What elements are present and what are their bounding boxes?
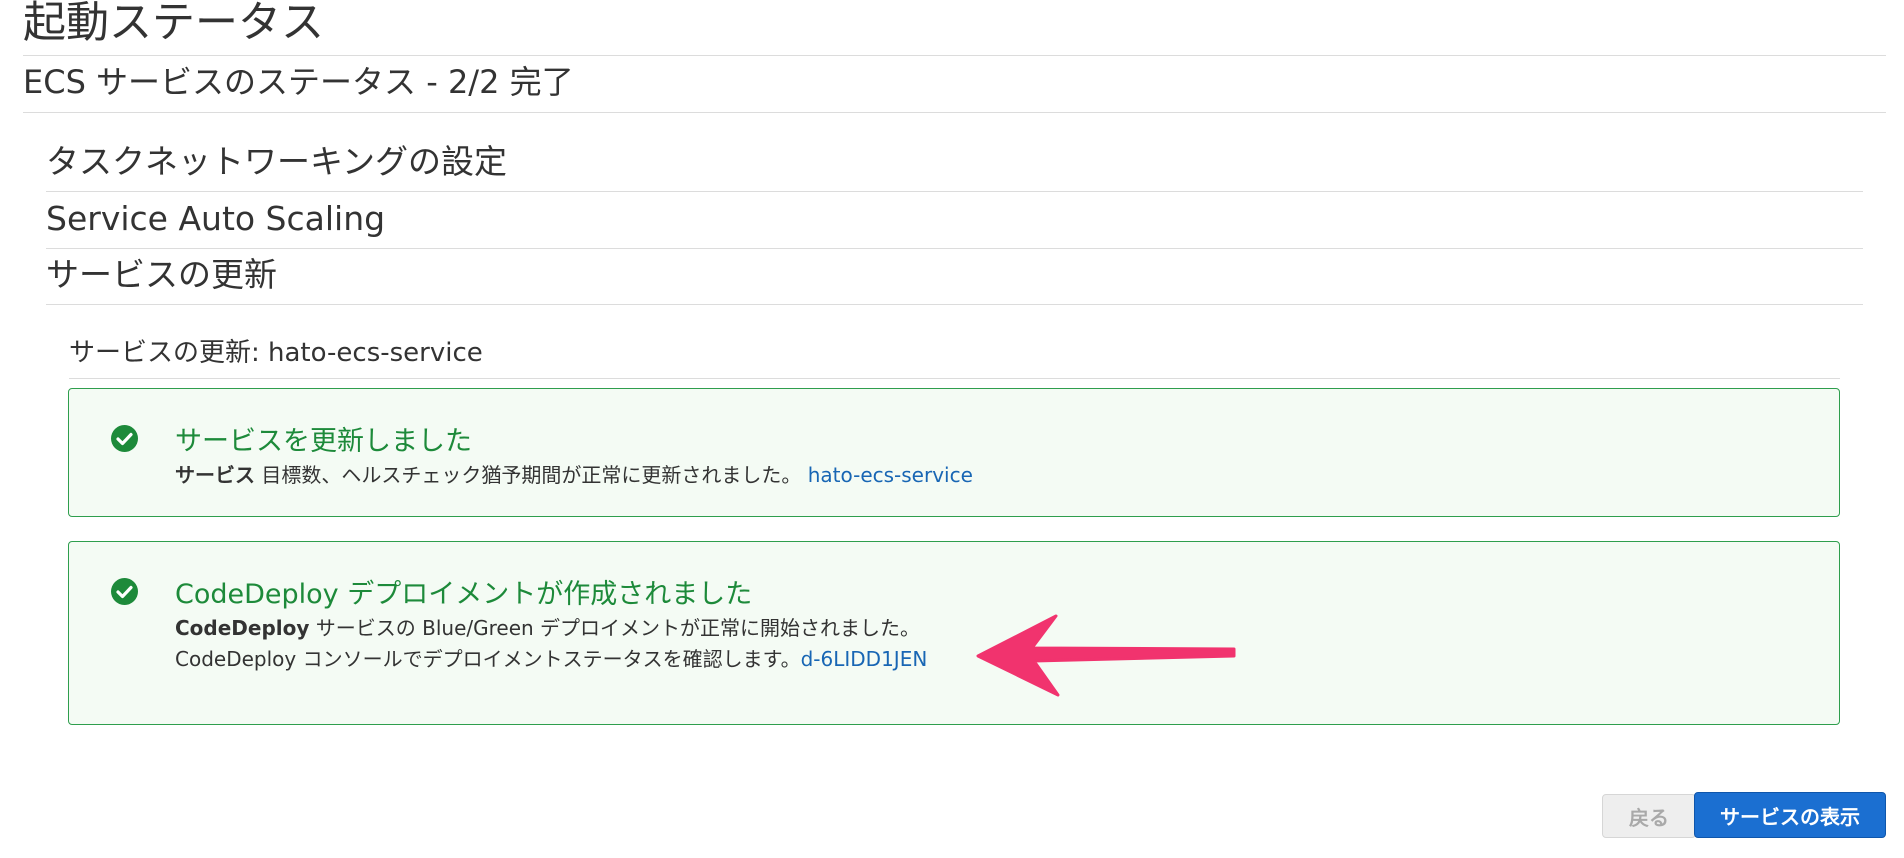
- divider: [46, 191, 1863, 192]
- section-service-auto-scaling[interactable]: Service Auto Scaling: [46, 199, 385, 239]
- alert-message-line-1: CodeDeploy サービスの Blue/Green デプロイメントが正常に開…: [175, 612, 920, 641]
- codedeploy-alert: CodeDeploy デプロイメントが作成されました CodeDeploy サー…: [68, 541, 1840, 725]
- service-link[interactable]: hato-ecs-service: [808, 463, 973, 487]
- alert-title: サービスを更新しました: [175, 426, 472, 457]
- section-task-networking[interactable]: タスクネットワーキングの設定: [46, 142, 507, 182]
- deployment-id-link[interactable]: d-6LIDD1JEN: [801, 647, 928, 671]
- alert-text: サービスの Blue/Green デプロイメントが正常に開始されました。: [309, 616, 921, 640]
- alert-bold-label: サービス: [175, 463, 255, 487]
- back-button[interactable]: 戻る: [1602, 794, 1696, 838]
- check-circle-icon: [111, 425, 138, 452]
- page-title: 起動ステータス: [23, 0, 324, 48]
- alert-text: CodeDeploy コンソールでデプロイメントステータスを確認します。: [175, 647, 801, 671]
- annotation-arrow-icon: [976, 614, 1236, 697]
- alert-title: CodeDeploy デプロイメントが作成されました: [175, 579, 753, 610]
- ecs-service-status-heading: ECS サービスのステータス - 2/2 完了: [23, 63, 574, 101]
- alert-text: 目標数、ヘルスチェック猶予期間が正常に更新されました。: [255, 463, 808, 487]
- divider: [23, 112, 1886, 113]
- section-service-update[interactable]: サービスの更新: [46, 255, 277, 295]
- divider: [46, 248, 1863, 249]
- divider: [23, 55, 1886, 56]
- divider: [69, 378, 1840, 379]
- service-update-subheading: サービスの更新: hato-ecs-service: [69, 338, 483, 368]
- check-circle-icon: [111, 578, 138, 605]
- alert-message: サービス 目標数、ヘルスチェック猶予期間が正常に更新されました。 hato-ec…: [175, 459, 973, 488]
- view-service-button[interactable]: サービスの表示: [1694, 792, 1886, 838]
- service-updated-alert: サービスを更新しました サービス 目標数、ヘルスチェック猶予期間が正常に更新され…: [68, 388, 1840, 517]
- alert-message-line-2: CodeDeploy コンソールでデプロイメントステータスを確認します。d-6L…: [175, 643, 927, 672]
- divider: [46, 304, 1863, 305]
- alert-bold-label: CodeDeploy: [175, 616, 310, 640]
